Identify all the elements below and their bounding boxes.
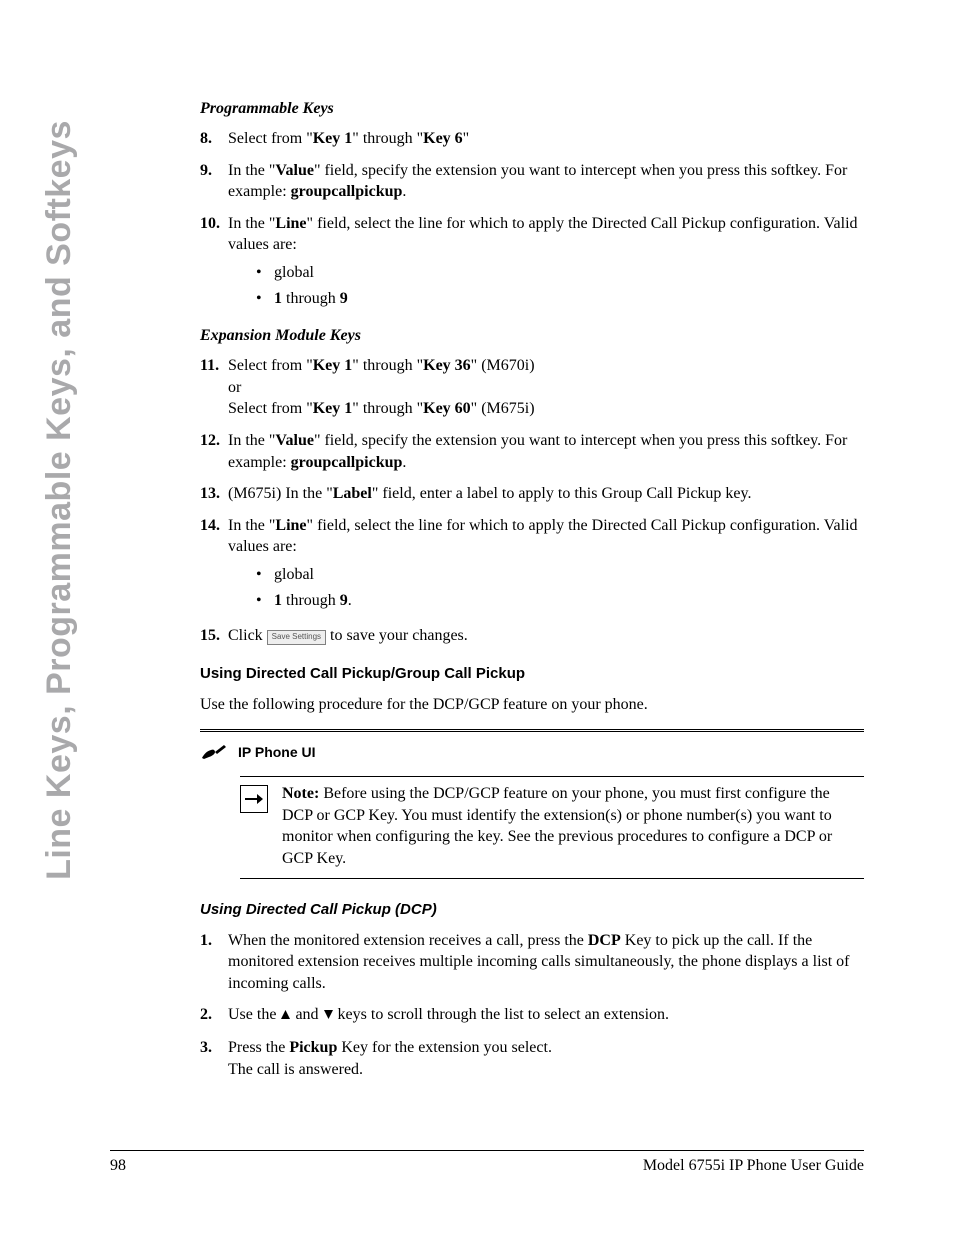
arrow-right-icon: [240, 785, 268, 813]
step-number: 1.: [200, 930, 228, 995]
ip-phone-ui-header: IP Phone UI: [200, 738, 864, 768]
page-number: 98: [110, 1157, 126, 1175]
step-9: 9. In the "Value" field, specify the ext…: [200, 160, 864, 203]
step-number: 2.: [200, 1004, 228, 1027]
triangle-up-icon: [280, 1005, 291, 1027]
step-number: 12.: [200, 430, 228, 473]
step-text: Press the Pickup Key for the extension y…: [228, 1037, 864, 1080]
steps-dcp: 1. When the monitored extension receives…: [200, 930, 864, 1081]
steps-programmable-keys: 8. Select from "Key 1" through "Key 6" 9…: [200, 128, 864, 313]
content-area: Programmable Keys 8. Select from "Key 1"…: [200, 100, 864, 1080]
step-3: 3. Press the Pickup Key for the extensio…: [200, 1037, 864, 1080]
step-13: 13. (M675i) In the "Label" field, enter …: [200, 483, 864, 505]
heading-programmable-keys: Programmable Keys: [200, 100, 864, 118]
step-12: 12. In the "Value" field, specify the ex…: [200, 430, 864, 473]
ip-phone-ui-label: IP Phone UI: [238, 744, 316, 760]
step-text: In the "Value" field, specify the extens…: [228, 160, 864, 203]
paragraph: Use the following procedure for the DCP/…: [200, 694, 864, 716]
step-text: In the "Value" field, specify the extens…: [228, 430, 864, 473]
step-number: 10.: [200, 213, 228, 313]
step-number: 13.: [200, 483, 228, 505]
valid-values-list: global 1 through 9.: [228, 564, 864, 611]
step-15: 15. Click Save Settings to save your cha…: [200, 625, 864, 647]
step-10: 10. In the "Line" field, select the line…: [200, 213, 864, 313]
page: Line Keys, Programmable Keys, and Softke…: [0, 0, 954, 1235]
hand-writing-icon: [200, 742, 228, 762]
step-8: 8. Select from "Key 1" through "Key 6": [200, 128, 864, 150]
list-item: 1 through 9: [256, 288, 864, 310]
step-11: 11. Select from "Key 1" through "Key 36"…: [200, 355, 864, 420]
note-text: Note: Before using the DCP/GCP feature o…: [282, 783, 864, 869]
valid-values-list: global 1 through 9: [228, 262, 864, 309]
step-text: In the "Line" field, select the line for…: [228, 213, 864, 313]
heading-using-dcp: Using Directed Call Pickup (DCP): [200, 901, 864, 918]
side-section-title: Line Keys, Programmable Keys, and Softke…: [40, 120, 79, 880]
step-text: (M675i) In the "Label" field, enter a la…: [228, 483, 864, 505]
step-text: Select from "Key 1" through "Key 6": [228, 128, 864, 150]
step-number: 14.: [200, 515, 228, 615]
step-text: Select from "Key 1" through "Key 36" (M6…: [228, 355, 864, 420]
step-2: 2. Use the and keys to scroll through th…: [200, 1004, 864, 1027]
step-1: 1. When the monitored extension receives…: [200, 930, 864, 995]
step-text: Click Save Settings to save your changes…: [228, 625, 864, 647]
step-number: 8.: [200, 128, 228, 150]
step-14: 14. In the "Line" field, select the line…: [200, 515, 864, 615]
divider: [200, 729, 864, 732]
steps-expansion-module-keys: 11. Select from "Key 1" through "Key 36"…: [200, 355, 864, 647]
step-number: 11.: [200, 355, 228, 420]
list-item: global: [256, 262, 864, 284]
step-text: Use the and keys to scroll through the l…: [228, 1004, 864, 1027]
heading-using-dcp-gcp: Using Directed Call Pickup/Group Call Pi…: [200, 665, 864, 682]
step-number: 15.: [200, 625, 228, 647]
heading-expansion-module-keys: Expansion Module Keys: [200, 327, 864, 345]
list-item: global: [256, 564, 864, 586]
page-footer: 98 Model 6755i IP Phone User Guide: [110, 1150, 864, 1175]
divider: [240, 878, 864, 879]
step-number: 9.: [200, 160, 228, 203]
triangle-down-icon: [323, 1005, 334, 1027]
list-item: 1 through 9.: [256, 590, 864, 612]
step-text: When the monitored extension receives a …: [228, 930, 864, 995]
note-block: Note: Before using the DCP/GCP feature o…: [240, 776, 864, 878]
step-number: 3.: [200, 1037, 228, 1080]
footer-title: Model 6755i IP Phone User Guide: [643, 1157, 864, 1175]
save-settings-button[interactable]: Save Settings: [267, 630, 326, 645]
step-text: In the "Line" field, select the line for…: [228, 515, 864, 615]
